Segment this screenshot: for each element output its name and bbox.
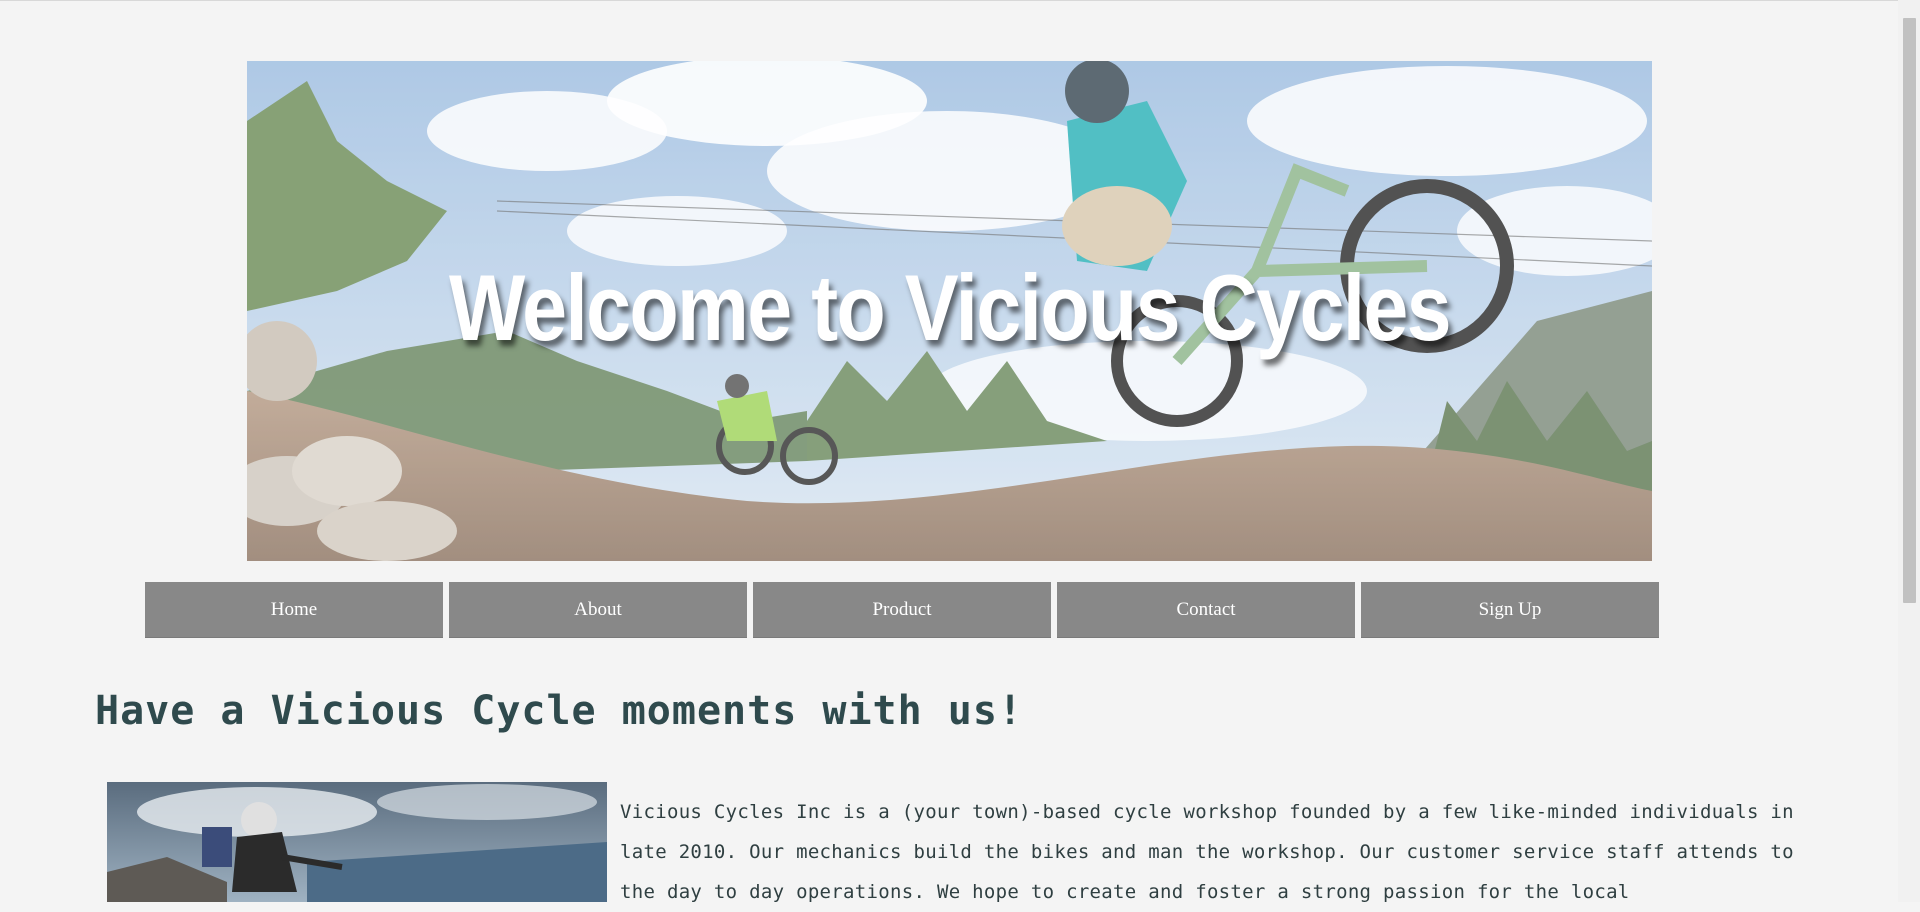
intro-paragraph: Vicious Cycles Inc is a (your town)-base… bbox=[620, 801, 1794, 903]
nav-contact-button[interactable]: Contact bbox=[1057, 582, 1355, 638]
rider-photo bbox=[107, 782, 607, 902]
nav-about-button[interactable]: About bbox=[449, 582, 747, 638]
page-headline: Have a Vicious Cycle moments with us! bbox=[95, 688, 1024, 734]
nav-home-button[interactable]: Home bbox=[145, 582, 443, 638]
nav-signup-button[interactable]: Sign Up bbox=[1361, 582, 1659, 638]
page-top-border bbox=[0, 0, 1920, 1]
hero-banner: Welcome to Vicious Cycles bbox=[247, 61, 1652, 561]
hero-title: Welcome to Vicious Cycles bbox=[449, 255, 1452, 360]
main-nav: Home About Product Contact Sign Up bbox=[145, 582, 1659, 638]
scrollbar-thumb[interactable] bbox=[1903, 18, 1916, 603]
nav-product-button[interactable]: Product bbox=[753, 582, 1051, 638]
